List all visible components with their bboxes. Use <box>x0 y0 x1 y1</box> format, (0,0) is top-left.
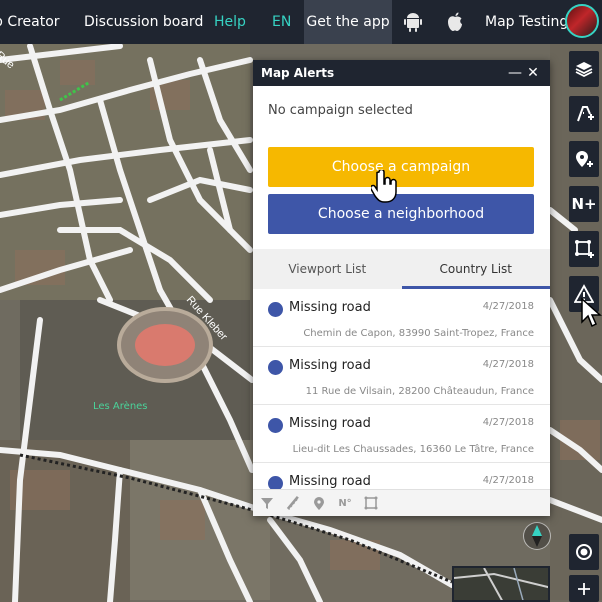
road-filter-icon[interactable] <box>285 495 301 511</box>
alerts-list[interactable]: Missing road 4/27/2018 Chemin de Capon, … <box>253 289 550 489</box>
alert-status-dot <box>268 476 283 489</box>
tab-country-list[interactable]: Country List <box>401 249 551 289</box>
area-filter-icon[interactable] <box>363 495 379 511</box>
alert-status-dot <box>268 302 283 317</box>
avatar[interactable] <box>565 4 599 38</box>
language-selector[interactable]: EN <box>272 0 291 44</box>
zoom-in-button[interactable] <box>569 575 599 602</box>
alert-status-dot <box>268 418 283 433</box>
list-item[interactable]: Missing road 4/27/2018 Chemin de Capon, … <box>253 289 550 347</box>
alert-title: Missing road <box>289 358 371 373</box>
filter-icon[interactable] <box>259 495 275 511</box>
panel-title: Map Alerts <box>261 66 335 80</box>
add-house-number-button[interactable]: N+ <box>569 186 599 222</box>
alert-title: Missing road <box>289 416 371 431</box>
alert-date: 4/27/2018 <box>482 301 534 312</box>
top-navigation-bar: p Creator Discussion board Help EN Get t… <box>0 0 602 44</box>
map-alerts-panel: Map Alerts — ✕ No campaign selected Choo… <box>253 60 550 516</box>
add-place-button[interactable] <box>569 141 599 177</box>
alert-address: Lieu-dit Les Chaussades, 16360 Le Tâtre,… <box>292 444 534 455</box>
list-item[interactable]: Missing road 4/27/2018 11 Rue de Vilsain… <box>253 347 550 405</box>
list-item[interactable]: Missing road 4/27/2018 Lieu-dit Les Chau… <box>253 405 550 463</box>
alert-filter-bar: N° <box>253 489 550 516</box>
android-icon[interactable] <box>398 0 428 44</box>
user-menu[interactable]: Map Testing <box>485 0 568 44</box>
alert-address: Chemin de Capon, 83990 Saint-Tropez, Fra… <box>303 328 534 339</box>
compass-needle-icon <box>532 525 542 547</box>
layers-button[interactable] <box>569 51 599 87</box>
campaign-status: No campaign selected <box>268 103 413 118</box>
choose-campaign-button[interactable]: Choose a campaign <box>268 147 534 187</box>
list-item[interactable]: Missing road 4/27/2018 <box>253 463 550 489</box>
poi-label-arenes: Les Arènes <box>93 401 148 412</box>
alert-date: 4/27/2018 <box>482 417 534 428</box>
alerts-tabs: Viewport List Country List <box>253 249 550 289</box>
place-add-icon <box>576 151 593 167</box>
alert-status-dot <box>268 360 283 375</box>
choose-neighborhood-button[interactable]: Choose a neighborhood <box>268 194 534 234</box>
zoom-in-icon <box>578 582 590 595</box>
map-alerts-button[interactable] <box>569 276 599 312</box>
minimap[interactable] <box>452 566 550 602</box>
get-the-app-button[interactable]: Get the app <box>304 0 392 44</box>
house-number-icon: N+ <box>571 195 597 213</box>
close-button[interactable]: ✕ <box>524 65 542 81</box>
layers-icon <box>575 62 593 78</box>
nav-map-creator[interactable]: p Creator <box>0 0 74 44</box>
add-area-button[interactable] <box>569 231 599 267</box>
alert-icon <box>574 284 594 303</box>
apple-icon[interactable] <box>440 0 470 44</box>
nav-discussion-board[interactable]: Discussion board <box>84 0 203 44</box>
area-add-icon <box>575 240 594 258</box>
alert-title: Missing road <box>289 474 371 489</box>
add-road-button[interactable] <box>569 96 599 132</box>
locate-icon <box>576 544 592 560</box>
tab-viewport-list[interactable]: Viewport List <box>253 249 402 289</box>
alert-date: 4/27/2018 <box>482 475 534 486</box>
place-filter-icon[interactable] <box>311 495 327 511</box>
compass[interactable] <box>523 522 551 550</box>
road-add-icon <box>577 106 594 122</box>
alert-title: Missing road <box>289 300 371 315</box>
nav-help[interactable]: Help <box>214 0 246 44</box>
alert-address: 11 Rue de Vilsain, 28200 Châteaudun, Fra… <box>305 386 534 397</box>
alert-date: 4/27/2018 <box>482 359 534 370</box>
panel-header: Map Alerts — ✕ <box>253 60 550 86</box>
minimize-button[interactable]: — <box>506 65 524 81</box>
house-number-filter-icon[interactable]: N° <box>337 495 353 511</box>
locate-button[interactable] <box>569 534 599 570</box>
